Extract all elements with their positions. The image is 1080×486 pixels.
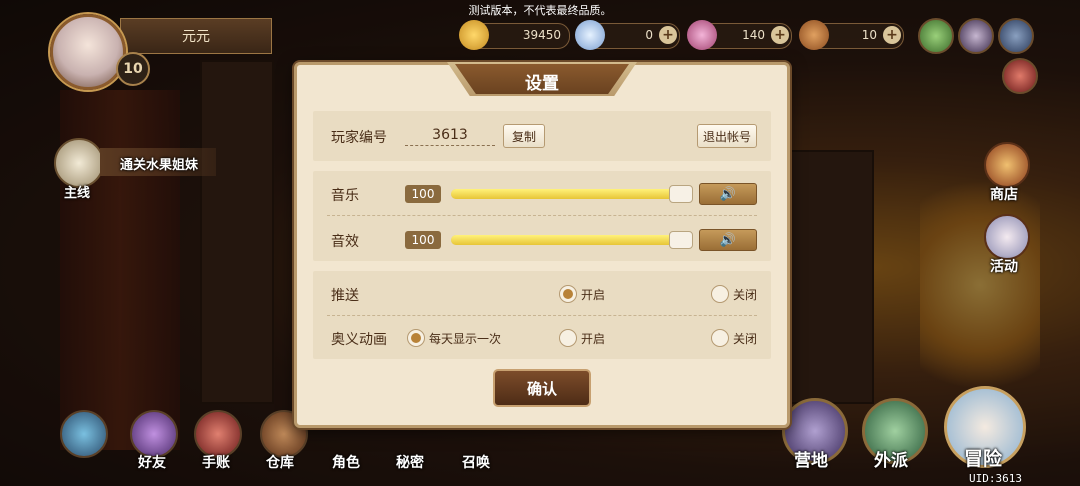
music-speaker-button[interactable]: 🔊 — [699, 183, 757, 205]
anim-on-radio[interactable] — [559, 329, 577, 347]
copy-button[interactable]: 复制 — [503, 124, 545, 148]
warehouse-label: 仓库 — [266, 455, 294, 471]
frog-mail-icon[interactable] — [918, 18, 954, 54]
dispatch-label: 外派 — [874, 451, 908, 471]
player-avatar[interactable] — [50, 14, 126, 90]
add-bread-button[interactable]: + — [883, 26, 901, 44]
music-slider-fill — [451, 189, 680, 199]
crystal-value: 140 — [742, 28, 765, 42]
test-version-notice: 测试版本，不代表最终品质。 — [468, 4, 612, 17]
push-on-radio[interactable] — [559, 285, 577, 303]
shop-icon[interactable] — [984, 142, 1030, 188]
player-name: 元元 — [120, 18, 272, 54]
music-label: 音乐 — [331, 188, 359, 204]
gold-resource[interactable]: 39450 — [459, 20, 570, 50]
sfx-label: 音效 — [331, 234, 359, 250]
camp-label: 营地 — [794, 451, 828, 471]
options-panel: 推送 开启 关闭 奥义动画 每天显示一次 开启 关闭 — [313, 271, 771, 359]
main-quest-label: 主线 — [64, 186, 91, 201]
diamond-value: 0 — [645, 28, 653, 42]
logout-button[interactable]: 退出帐号 — [697, 124, 757, 148]
compass-icon[interactable] — [60, 410, 108, 458]
adventure-label: 冒险 — [964, 448, 1003, 470]
journal-icon[interactable] — [194, 410, 242, 458]
player-id-value: 3613 — [405, 127, 495, 146]
player-level-badge: 10 — [116, 52, 150, 86]
friends-label: 好友 — [138, 455, 166, 471]
audio-panel: 音乐 100 🔊 音效 100 🔊 — [313, 171, 771, 261]
settings-gear-icon[interactable] — [998, 18, 1034, 54]
bread-icon — [799, 20, 829, 50]
sfx-speaker-button[interactable]: 🔊 — [699, 229, 757, 251]
secret-label: 秘密 — [396, 455, 424, 471]
sfx-volume-value: 100 — [405, 231, 441, 249]
crystal-resource[interactable]: 140 + — [687, 20, 792, 50]
push-label: 推送 — [331, 288, 359, 304]
friends-icon[interactable] — [130, 410, 178, 458]
push-on-label: 开启 — [581, 288, 606, 302]
settings-dialog: 设置 玩家编号 3613 复制 退出帐号 音乐 100 🔊 音效 100 🔊 推… — [294, 62, 790, 428]
quest-title: 通关水果姐妹 — [120, 158, 199, 173]
music-slider-knob[interactable] — [669, 185, 693, 203]
player-id-label: 玩家编号 — [331, 130, 387, 146]
sfx-slider-fill — [451, 235, 680, 245]
crystal-icon — [687, 20, 717, 50]
speaker-icon: 🔊 — [719, 232, 737, 248]
push-off-label: 关闭 — [733, 288, 758, 302]
uid-label: UID:3613 — [969, 472, 1022, 485]
summon-label: 召唤 — [462, 455, 490, 471]
quest-scroll-icon[interactable] — [54, 138, 104, 188]
music-volume-value: 100 — [405, 185, 441, 203]
anim-on-label: 开启 — [581, 332, 606, 346]
diamond-resource[interactable]: 0 + — [575, 20, 680, 50]
music-slider[interactable] — [451, 185, 693, 203]
journal-label: 手账 — [202, 455, 230, 471]
character-label: 角色 — [332, 455, 360, 471]
shop-label: 商店 — [990, 187, 1018, 203]
bread-resource[interactable]: 10 + — [799, 20, 904, 50]
anim-daily-label: 每天显示一次 — [429, 332, 502, 346]
sfx-slider[interactable] — [451, 231, 693, 249]
anim-daily-radio[interactable] — [407, 329, 425, 347]
ult-animation-label: 奥义动画 — [331, 332, 387, 348]
add-crystal-button[interactable]: + — [771, 26, 789, 44]
gold-coin-icon — [459, 20, 489, 50]
event-label: 活动 — [990, 259, 1018, 275]
gold-value: 39450 — [522, 28, 561, 42]
bread-value: 10 — [861, 28, 877, 42]
settings-title: 设置 — [525, 74, 559, 94]
sfx-slider-knob[interactable] — [669, 231, 693, 249]
diamond-icon — [575, 20, 605, 50]
gift-icon[interactable] — [1002, 58, 1038, 94]
add-diamond-button[interactable]: + — [659, 26, 677, 44]
speaker-icon: 🔊 — [719, 186, 737, 202]
event-icon[interactable] — [984, 214, 1030, 260]
anim-off-label: 关闭 — [733, 332, 758, 346]
confirm-button[interactable]: 确认 — [493, 369, 591, 407]
anim-off-radio[interactable] — [711, 329, 729, 347]
character-event-icon[interactable] — [958, 18, 994, 54]
push-off-radio[interactable] — [711, 285, 729, 303]
account-panel: 玩家编号 3613 复制 退出帐号 — [313, 111, 771, 161]
